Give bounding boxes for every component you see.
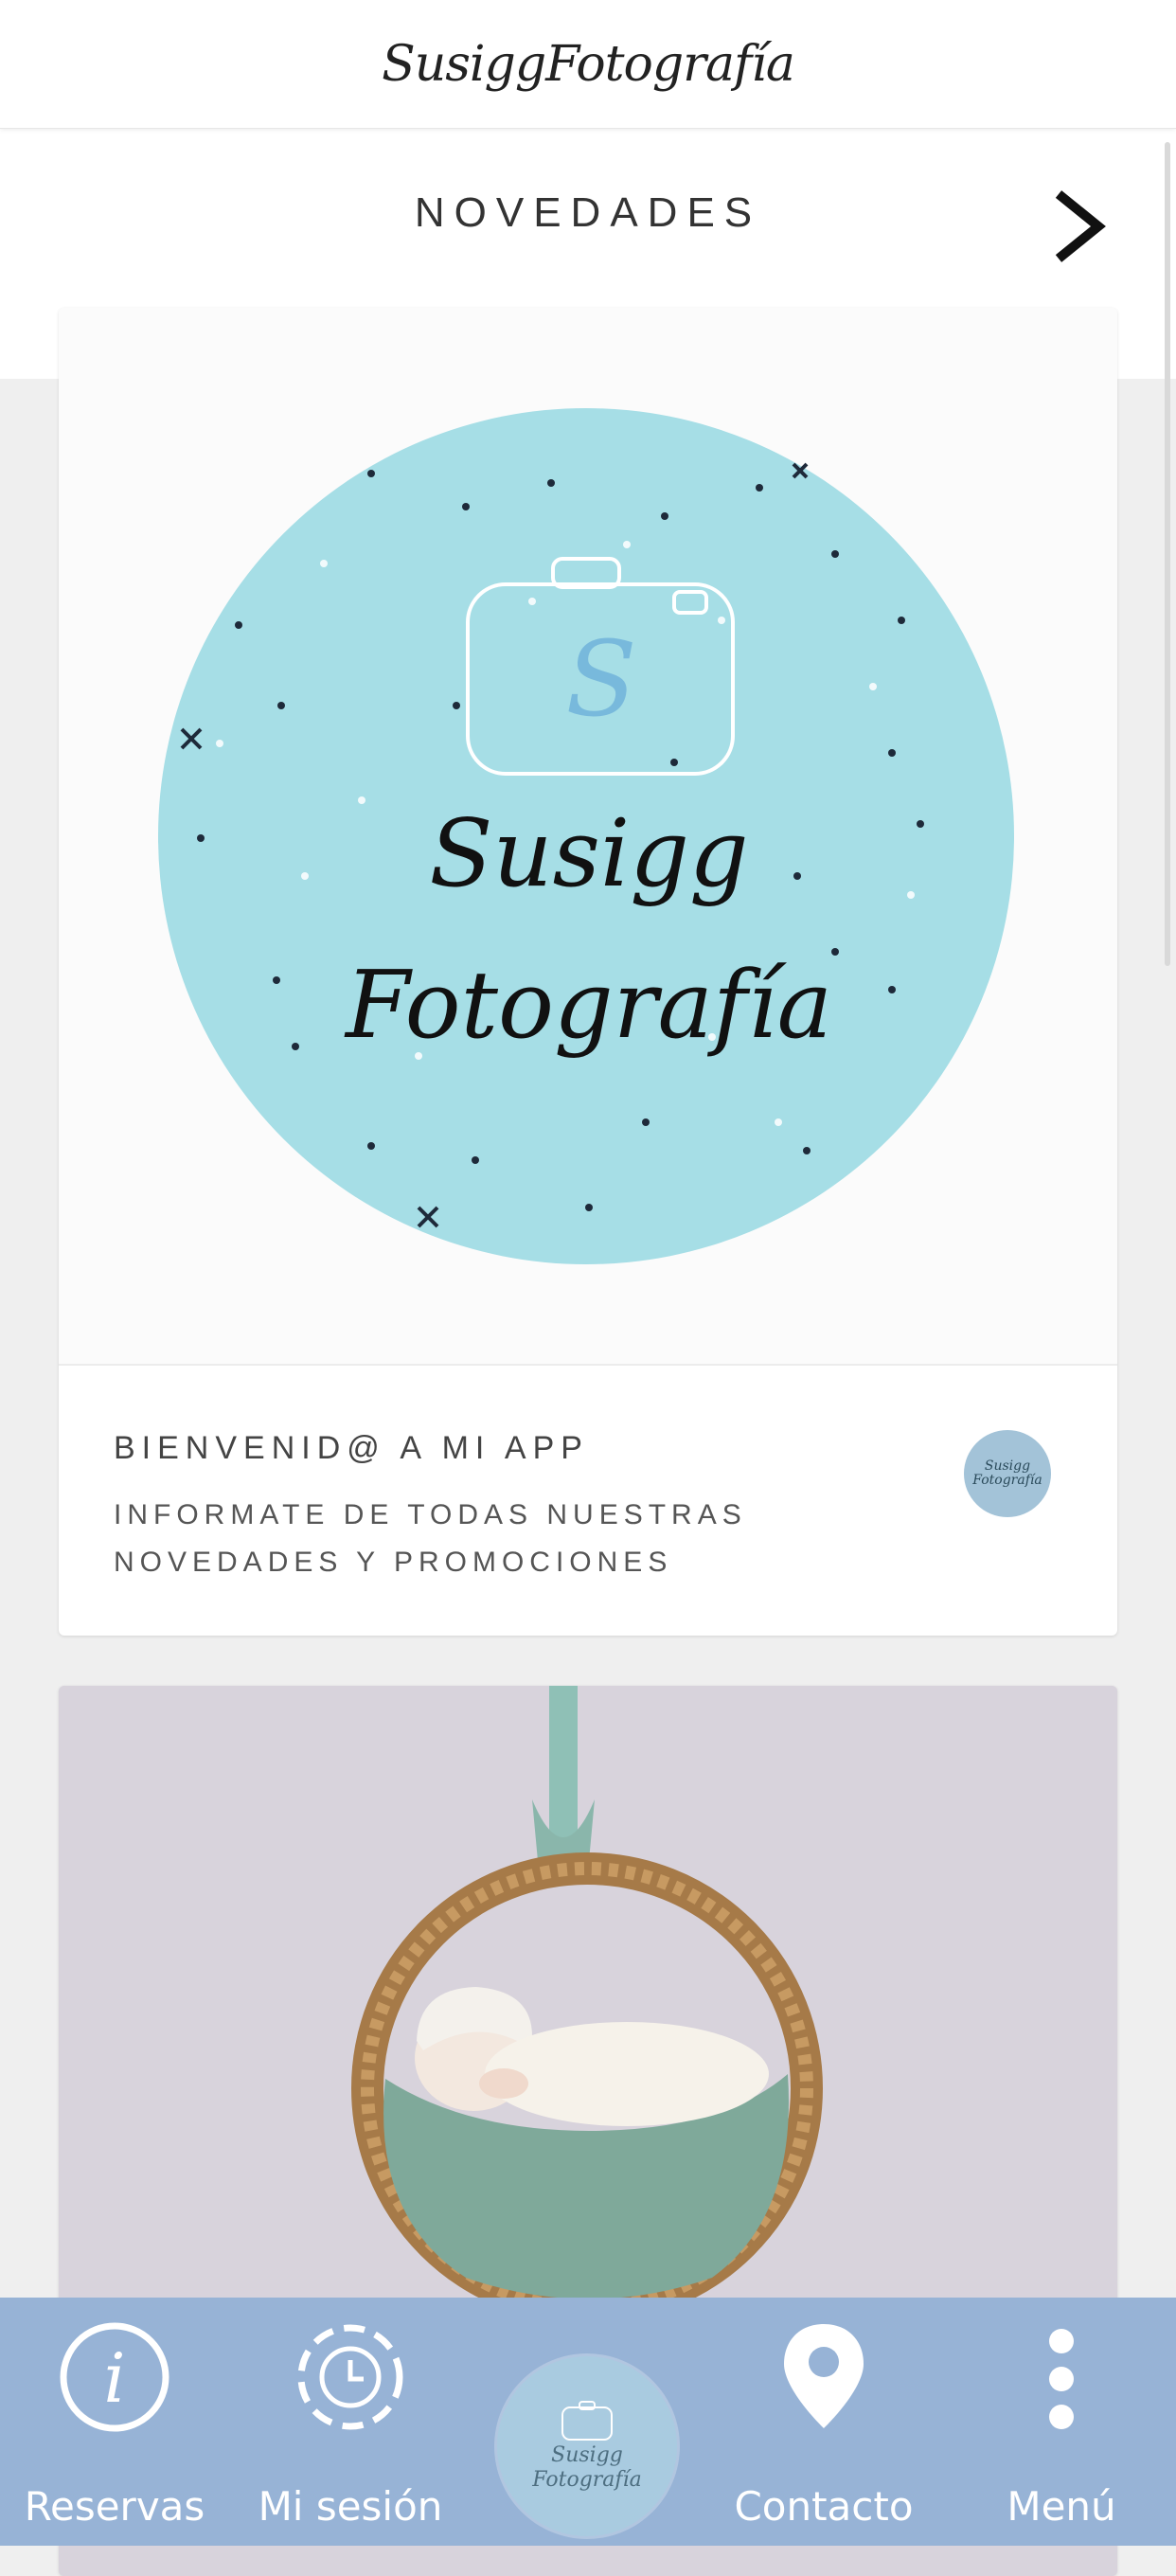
clock-dashed-icon [297, 2324, 403, 2430]
nav-label: Menú [1007, 2483, 1116, 2530]
nav-label: Contacto [734, 2483, 914, 2530]
logo-text-line-2: Fotografía [344, 952, 832, 1060]
section-title: NOVEDADES [414, 189, 762, 236]
more-vertical-icon [1049, 2329, 1074, 2429]
logo-text-line-1: Susigg [429, 800, 748, 908]
info-icon: i [60, 2322, 169, 2432]
card-divider [59, 1364, 1117, 1366]
chevron-right-icon[interactable] [1049, 187, 1110, 266]
top-header: SusiggFotografía [0, 0, 1176, 129]
nav-contacto[interactable]: Contacto [701, 2298, 947, 2546]
brand-logo-image: S Susigg Fotografía [158, 408, 1014, 1264]
nav-label: Mi sesión [258, 2483, 443, 2530]
svg-text:S: S [565, 618, 636, 740]
avatar-text-line-1: Susigg [984, 1458, 1031, 1474]
nav-home-logo-button[interactable]: Susigg Fotografía [497, 2356, 677, 2536]
nav-center-text-line-2: Fotografía [532, 2468, 642, 2492]
card-description: INFORMATE DE TODAS NUESTRAS NOVEDADES Y … [114, 1499, 747, 1578]
nav-reservas[interactable]: i Reservas [0, 2298, 229, 2546]
avatar: Susigg Fotografía [964, 1430, 1051, 1517]
svg-text:i: i [103, 2338, 125, 2418]
camera-icon [561, 2401, 613, 2441]
map-pin-icon [784, 2324, 864, 2428]
scrollbar[interactable] [1165, 142, 1170, 966]
brand-logo: SusiggFotografía [382, 35, 795, 93]
nav-mi-sesion[interactable]: Mi sesión [229, 2298, 472, 2546]
card-title: BIENVENID@ A MI APP [114, 1430, 589, 1466]
news-card[interactable]: S Susigg Fotografía BIENVENID@ A MI APP … [59, 308, 1117, 1636]
nav-menu[interactable]: Menú [947, 2298, 1176, 2546]
card-image: S Susigg Fotografía [59, 308, 1117, 1364]
avatar-text-line-2: Fotografía [972, 1473, 1042, 1488]
nav-center-text-line-1: Susigg [551, 2443, 623, 2467]
nav-label: Reservas [24, 2483, 205, 2530]
